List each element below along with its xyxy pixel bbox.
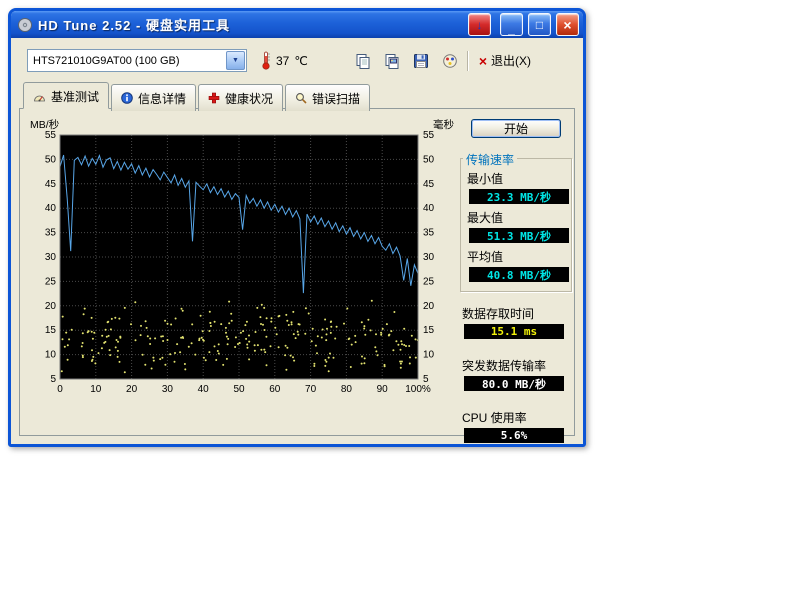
svg-text:20: 20 <box>423 301 435 312</box>
benchmark-chart: 5555505045454040353530302525202015151010… <box>24 115 456 431</box>
minimize-button[interactable]: _ <box>500 13 523 36</box>
svg-text:100%: 100% <box>405 384 431 395</box>
burst-rate-section: 突发数据传输率 80.0 MB/秒 <box>460 356 572 396</box>
svg-text:50: 50 <box>45 154 57 165</box>
max-label: 最大值 <box>467 209 567 226</box>
save-button[interactable] <box>410 50 432 72</box>
copy-image-button[interactable] <box>381 50 403 72</box>
gauge-icon <box>33 91 46 103</box>
svg-text:20: 20 <box>126 384 138 395</box>
title-bar[interactable]: HD Tune 2.52 - 硬盘实用工具 ↓ _ □ × <box>11 11 583 38</box>
svg-text:毫秒: 毫秒 <box>433 118 454 131</box>
svg-text:45: 45 <box>423 179 435 190</box>
thermometer-icon <box>261 51 271 70</box>
svg-text:25: 25 <box>423 276 435 287</box>
download-button[interactable]: ↓ <box>468 13 491 36</box>
svg-text:10: 10 <box>423 350 435 361</box>
tab-health[interactable]: 健康状况 <box>198 84 283 111</box>
svg-text:80: 80 <box>341 384 353 395</box>
svg-text:55: 55 <box>45 130 57 141</box>
toolbar-separator <box>467 51 469 71</box>
temperature-indicator: 37 ℃ <box>261 51 308 70</box>
maximize-button[interactable]: □ <box>528 13 551 36</box>
tab-benchmark[interactable]: 基准测试 <box>23 82 109 109</box>
tab-health-label: 健康状况 <box>225 90 273 107</box>
transfer-rate-group: 传输速率 最小值 23.3 MB/秒 最大值 51.3 MB/秒 平均值 40.… <box>460 158 572 292</box>
svg-text:MB/秒: MB/秒 <box>30 118 60 131</box>
max-value: 51.3 MB/秒 <box>469 228 569 243</box>
burst-rate-value: 80.0 MB/秒 <box>464 376 564 391</box>
min-value: 23.3 MB/秒 <box>469 189 569 204</box>
svg-text:30: 30 <box>45 252 57 263</box>
transfer-rate-group-title: 传输速率 <box>463 151 517 168</box>
tab-error-scan[interactable]: 错误扫描 <box>285 84 370 111</box>
svg-text:15: 15 <box>45 325 57 336</box>
app-icon <box>17 17 33 33</box>
chevron-down-icon[interactable]: ▼ <box>226 51 245 70</box>
svg-text:25: 25 <box>45 276 57 287</box>
access-time-value: 15.1 ms <box>464 324 564 339</box>
tab-strip: 基准测试 信息详情 健康状况 <box>23 82 583 109</box>
health-cross-icon <box>208 92 220 104</box>
app-window: HD Tune 2.52 - 硬盘实用工具 ↓ _ □ × HTS721010G… <box>8 8 586 447</box>
svg-text:30: 30 <box>423 252 435 263</box>
svg-text:20: 20 <box>45 301 57 312</box>
window-title: HD Tune 2.52 - 硬盘实用工具 <box>38 15 463 34</box>
close-button[interactable]: × <box>556 13 579 36</box>
exit-x-icon: × <box>479 54 487 68</box>
copy-image-icon <box>384 53 400 69</box>
info-icon <box>121 92 133 104</box>
burst-rate-label: 突发数据传输率 <box>462 357 572 374</box>
svg-text:5: 5 <box>50 374 56 385</box>
svg-text:40: 40 <box>45 203 57 214</box>
tab-error-scan-label: 错误扫描 <box>312 90 360 107</box>
exit-button-label: 退出(X) <box>491 52 531 69</box>
svg-text:90: 90 <box>377 384 389 395</box>
svg-text:30: 30 <box>162 384 174 395</box>
tab-info[interactable]: 信息详情 <box>111 84 196 111</box>
svg-text:45: 45 <box>45 179 57 190</box>
save-icon <box>413 53 429 69</box>
avg-value: 40.8 MB/秒 <box>469 267 569 282</box>
options-icon <box>442 53 458 69</box>
options-button[interactable] <box>439 50 461 72</box>
cpu-usage-value: 5.6% <box>464 428 564 443</box>
copy-text-button[interactable] <box>352 50 374 72</box>
avg-label: 平均值 <box>467 248 567 265</box>
svg-text:60: 60 <box>269 384 281 395</box>
svg-text:50: 50 <box>423 154 435 165</box>
temperature-value: 37 <box>276 54 289 68</box>
svg-text:70: 70 <box>305 384 317 395</box>
access-time-label: 数据存取时间 <box>462 305 572 322</box>
svg-text:40: 40 <box>423 203 435 214</box>
svg-text:35: 35 <box>45 228 57 239</box>
tab-benchmark-label: 基准测试 <box>51 88 99 105</box>
toolbar: HTS721010G9AT00 (100 GB) ▼ 37 ℃ <box>11 38 583 79</box>
benchmark-chart-svg: 5555505045454040353530302525202015151010… <box>24 115 456 409</box>
magnifier-icon <box>295 92 307 104</box>
exit-button[interactable]: × 退出(X) <box>475 50 535 71</box>
drive-select-value: HTS721010G9AT00 (100 GB) <box>28 55 225 67</box>
svg-text:10: 10 <box>45 350 57 361</box>
svg-text:50: 50 <box>233 384 245 395</box>
access-time-section: 数据存取时间 15.1 ms <box>460 304 572 344</box>
toolbar-icons <box>352 50 461 72</box>
svg-text:0: 0 <box>57 384 63 395</box>
tab-info-label: 信息详情 <box>138 90 186 107</box>
temperature-unit: ℃ <box>294 54 307 68</box>
cpu-usage-section: CPU 使用率 5.6% <box>460 408 572 447</box>
copy-icon <box>355 53 371 69</box>
svg-text:15: 15 <box>423 325 435 336</box>
results-column: 开始 传输速率 最小值 23.3 MB/秒 最大值 51.3 MB/秒 平均值 … <box>460 115 572 431</box>
min-label: 最小值 <box>467 170 567 187</box>
drive-select[interactable]: HTS721010G9AT00 (100 GB) ▼ <box>27 49 247 72</box>
svg-text:55: 55 <box>423 130 435 141</box>
svg-text:40: 40 <box>198 384 210 395</box>
cpu-usage-label: CPU 使用率 <box>462 409 572 426</box>
benchmark-panel: 5555505045454040353530302525202015151010… <box>19 108 575 436</box>
svg-text:10: 10 <box>90 384 102 395</box>
start-button[interactable]: 开始 <box>471 119 561 138</box>
svg-text:35: 35 <box>423 228 435 239</box>
